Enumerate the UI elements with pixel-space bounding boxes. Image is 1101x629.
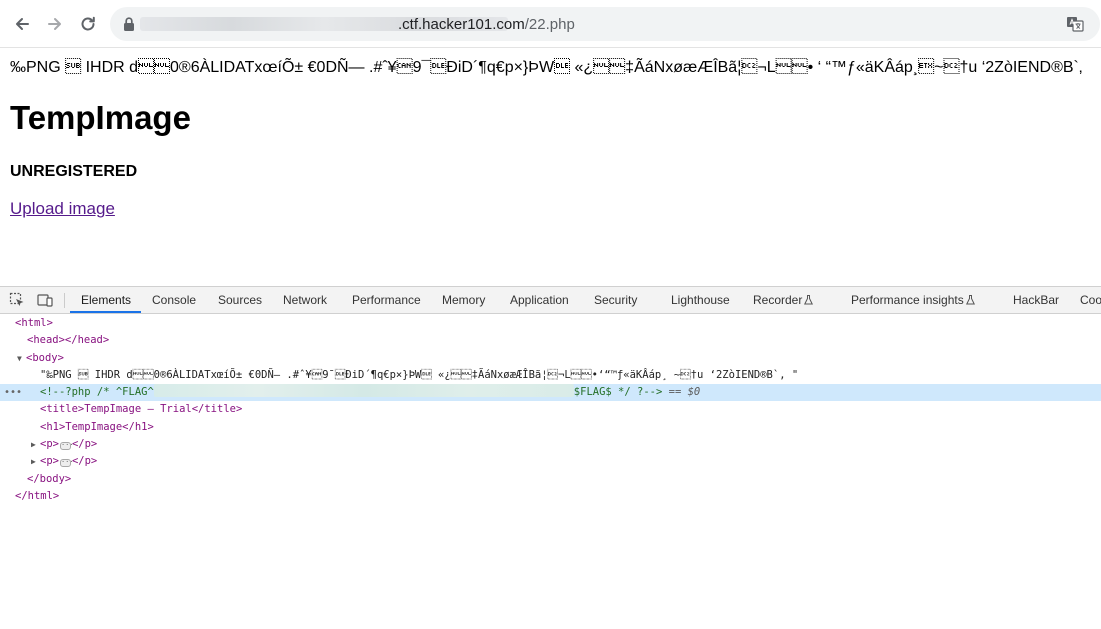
- expanded-triangle-icon[interactable]: ▼: [17, 350, 26, 367]
- page-viewport: ‰PNG  IHDR d  0®6ÀLIDATxœíÕ± €0DÑ— .#ˆ¥…: [0, 49, 1101, 285]
- tab-cookies-truncated[interactable]: Coo: [1080, 293, 1101, 307]
- collapsed-triangle-icon[interactable]: ▶: [31, 436, 40, 453]
- active-tab-indicator: [70, 311, 141, 313]
- devtools-panel: Elements Console Sources Network Perform…: [0, 286, 1101, 629]
- lock-icon[interactable]: [122, 16, 136, 32]
- dom-text: "‰PNG  IHDR d  0®6ÀLIDATxœíÕ± €0DÑ— .#ˆ…: [40, 368, 799, 381]
- experimental-flask-icon: [965, 295, 975, 305]
- tab-security[interactable]: Security: [594, 293, 637, 307]
- collapsed-ellipsis-icon[interactable]: ···: [59, 442, 74, 451]
- tab-performance[interactable]: Performance: [352, 293, 421, 307]
- forward-button[interactable]: [41, 10, 69, 38]
- dom-node-p[interactable]: ▶ <p> ···</p>: [0, 453, 1101, 470]
- dom-node-title[interactable]: <title>TempImage — Trial</title>: [0, 401, 1101, 418]
- tab-recorder[interactable]: Recorder: [753, 293, 814, 307]
- tab-network[interactable]: Network: [283, 293, 327, 307]
- dom-node-body[interactable]: ▼ <body>: [0, 350, 1101, 367]
- dom-tag: <h1>TempImage</h1>: [40, 420, 154, 433]
- more-options-icon[interactable]: •••: [4, 384, 22, 401]
- dom-tag: </p>: [71, 455, 98, 468]
- dom-tag: <html>: [15, 317, 53, 329]
- comment-start: <!--?php /* ^FLAG^: [40, 386, 154, 399]
- console-ref: == $0: [668, 386, 701, 399]
- devtools-tab-bar: Elements Console Sources Network Perform…: [0, 287, 1101, 314]
- tab-performance-insights[interactable]: Performance insights: [851, 293, 975, 307]
- dom-tag: <head></head>: [27, 334, 110, 347]
- translate-icon[interactable]: [1066, 16, 1084, 32]
- tab-application[interactable]: Application: [510, 293, 569, 307]
- arrow-right-icon: [48, 18, 61, 30]
- dom-tag: </html>: [15, 489, 60, 502]
- inspect-element-icon[interactable]: [9, 292, 25, 308]
- dom-comment-node[interactable]: ••• <!--?php /* ^FLAG^ $FLAG$ */ ?--> == …: [0, 384, 1101, 402]
- dom-tag: <p>: [40, 455, 59, 468]
- dom-tag: </body>: [27, 472, 72, 485]
- tab-console[interactable]: Console: [152, 293, 196, 307]
- tab-memory[interactable]: Memory: [442, 293, 485, 307]
- page-title: TempImage: [10, 99, 191, 136]
- elements-dom-tree: <html> <head></head> ▼ <body> "‰PNG  IHD…: [0, 315, 1101, 505]
- back-button[interactable]: [8, 10, 36, 38]
- tab-elements[interactable]: Elements: [81, 293, 131, 307]
- comment-end: $FLAG$ */ ?-->: [573, 386, 663, 399]
- reload-icon: [81, 16, 95, 31]
- reload-button[interactable]: [74, 10, 102, 38]
- dom-node-h1[interactable]: <h1>TempImage</h1>: [0, 419, 1101, 436]
- dom-tag: <body>: [26, 351, 64, 364]
- url-path: /22.php: [524, 16, 575, 33]
- png-binary-text: ‰PNG  IHDR d  0®6ÀLIDATxœíÕ± €0DÑ— .#ˆ¥…: [10, 59, 1083, 76]
- tab-performance-insights-label: Performance insights: [851, 293, 964, 307]
- upload-image-link[interactable]: Upload image: [10, 199, 115, 219]
- tab-separator: [64, 293, 65, 308]
- tab-lighthouse[interactable]: Lighthouse: [671, 293, 730, 307]
- tab-sources[interactable]: Sources: [218, 293, 262, 307]
- experimental-flask-icon: [804, 295, 814, 305]
- address-bar[interactable]: .ctf.hacker101.com/22.php: [110, 7, 1100, 41]
- dom-text-node[interactable]: "‰PNG  IHDR d  0®6ÀLIDATxœíÕ± €0DÑ— .#ˆ…: [0, 367, 1101, 384]
- dom-node-p[interactable]: ▶ <p> ···</p>: [0, 436, 1101, 453]
- collapsed-ellipsis-icon[interactable]: ···: [59, 459, 74, 468]
- dom-node-head[interactable]: <head></head>: [0, 332, 1101, 349]
- arrow-left-icon: [16, 18, 29, 30]
- dom-node-html[interactable]: <html>: [0, 315, 1101, 332]
- browser-toolbar: .ctf.hacker101.com/22.php: [0, 0, 1101, 48]
- registration-status: UNREGISTERED: [10, 163, 138, 180]
- tab-recorder-label: Recorder: [753, 293, 803, 307]
- dom-node-body-close[interactable]: </body>: [0, 471, 1101, 488]
- dom-tag: <title>TempImage — Trial</title>: [40, 403, 243, 416]
- url-text[interactable]: .ctf.hacker101.com/22.php: [398, 16, 575, 33]
- url-host: .ctf.hacker101.com: [398, 16, 525, 33]
- collapsed-triangle-icon[interactable]: ▶: [31, 453, 40, 470]
- dom-tag: <p>: [40, 438, 59, 451]
- device-toolbar-icon[interactable]: [37, 292, 53, 308]
- tab-hackbar[interactable]: HackBar: [1013, 293, 1059, 307]
- dom-tag: </p>: [71, 438, 98, 451]
- flag-redacted: [153, 384, 574, 398]
- dom-node-html-close[interactable]: </html>: [0, 488, 1101, 505]
